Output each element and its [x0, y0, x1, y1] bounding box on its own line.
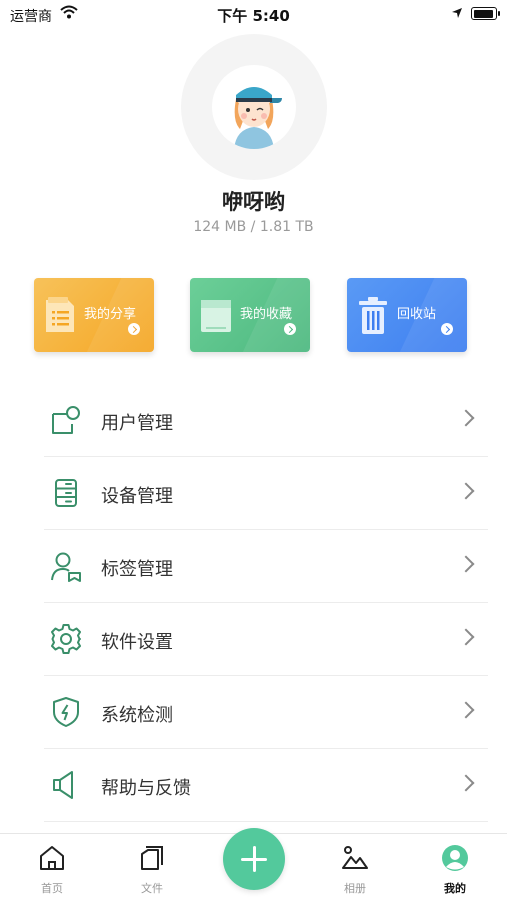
recycle-bin-card[interactable]: 回收站: [347, 278, 467, 352]
my-share-card[interactable]: 我的分享: [34, 278, 154, 352]
shield-bolt-icon: [53, 697, 79, 727]
recycle-bin-label: 回收站: [397, 307, 437, 322]
tab-mine[interactable]: 我的: [415, 834, 495, 900]
share-doc-icon: [46, 297, 74, 332]
menu-item-software-settings[interactable]: 软件设置: [44, 603, 488, 676]
files-icon: [141, 846, 163, 870]
menu-item-system-check[interactable]: 系统检测: [44, 676, 488, 749]
avatar[interactable]: [212, 65, 296, 149]
chevron-right-icon: [457, 628, 475, 646]
chevron-right-icon: [441, 323, 453, 335]
trash-icon: [359, 297, 387, 334]
profile-icon: [442, 845, 468, 871]
photo-album-icon: [342, 846, 368, 869]
home-icon: [40, 846, 64, 870]
chevron-right-icon: [457, 482, 475, 500]
my-favorites-card[interactable]: 我的收藏: [190, 278, 310, 352]
tab-album[interactable]: 相册: [315, 834, 395, 900]
add-button[interactable]: [223, 828, 285, 890]
tab-label: 文件: [141, 882, 163, 895]
battery-icon: [471, 7, 500, 20]
favorite-doc-icon: [201, 300, 231, 332]
chevron-right-icon: [128, 323, 140, 335]
speaker-icon: [53, 771, 73, 799]
menu-item-help-feedback[interactable]: 帮助与反馈: [44, 749, 488, 822]
menu-item-user-management[interactable]: 用户管理: [44, 384, 488, 457]
user-manage-icon: [52, 406, 80, 434]
menu-label: 帮助与反馈: [101, 778, 191, 799]
tab-label: 我的: [444, 882, 466, 895]
menu-label: 用户管理: [101, 413, 173, 434]
location-arrow-icon: [452, 8, 462, 18]
menu-label: 系统检测: [101, 705, 173, 726]
chevron-right-icon: [457, 701, 475, 719]
menu-label: 标签管理: [101, 559, 173, 580]
tab-label: 相册: [344, 882, 366, 895]
chevron-right-icon: [457, 409, 475, 427]
device-server-icon: [55, 479, 77, 507]
menu-item-device-management[interactable]: 设备管理: [44, 457, 488, 530]
chevron-right-icon: [284, 323, 296, 335]
gear-icon: [51, 624, 81, 654]
status-time: 下午 5:40: [217, 7, 290, 25]
avatar-illustration-icon: [234, 87, 282, 149]
menu-label: 设备管理: [101, 486, 173, 507]
tab-files[interactable]: 文件: [112, 834, 192, 900]
tab-home[interactable]: 首页: [12, 834, 92, 900]
username: 咿呀哟: [222, 190, 285, 214]
tag-user-icon: [51, 552, 81, 582]
status-bar: 运营商 下午 5:40: [0, 0, 507, 30]
storage-usage: 124 MB / 1.81 TB: [193, 219, 314, 235]
chevron-right-icon: [457, 774, 475, 792]
tab-label: 首页: [41, 882, 63, 895]
menu-label: 软件设置: [101, 632, 173, 653]
chevron-right-icon: [457, 555, 475, 573]
my-favorites-label: 我的收藏: [240, 307, 293, 322]
menu-item-tag-management[interactable]: 标签管理: [44, 530, 488, 603]
my-share-label: 我的分享: [84, 307, 137, 322]
